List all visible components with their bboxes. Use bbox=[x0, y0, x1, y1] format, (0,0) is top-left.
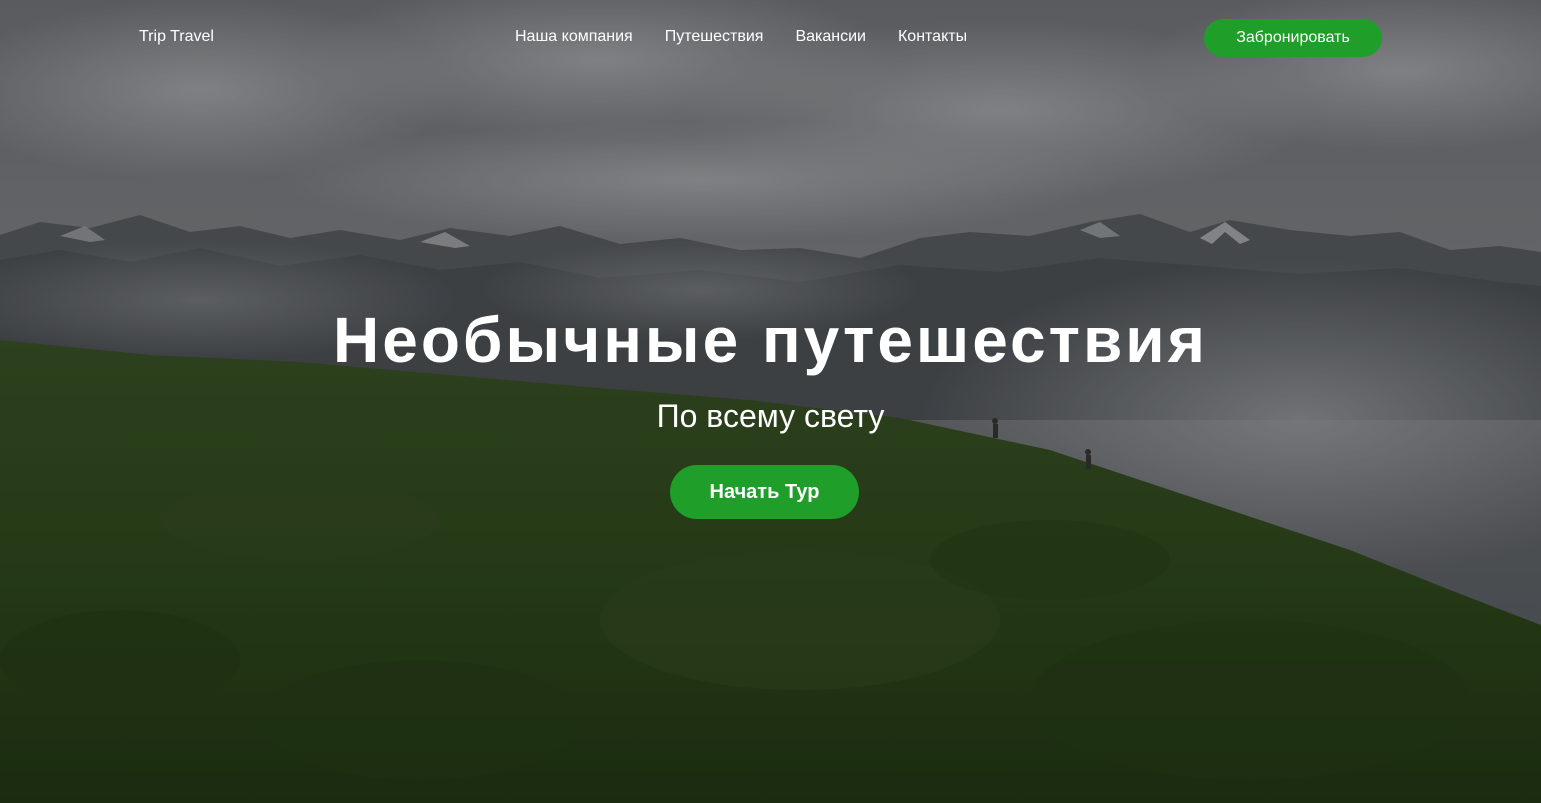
nav-item-company[interactable]: Наша компания bbox=[515, 28, 633, 46]
nav-item-travels[interactable]: Путешествия bbox=[665, 28, 764, 46]
start-tour-button[interactable]: Начать Тур bbox=[670, 465, 859, 519]
nav-item-vacancies[interactable]: Вакансии bbox=[795, 28, 866, 46]
main-nav: Наша компания Путешествия Вакансии Конта… bbox=[515, 28, 967, 46]
hero-section: Trip Travel Наша компания Путешествия Ва… bbox=[0, 0, 1541, 803]
logo[interactable]: Trip Travel bbox=[139, 28, 214, 46]
hero-title: Необычные путешествия bbox=[333, 304, 1208, 376]
nav-item-contacts[interactable]: Контакты bbox=[898, 28, 967, 46]
site-header: Trip Travel Наша компания Путешествия Ва… bbox=[0, 0, 1541, 76]
hero-subtitle: По всему свету bbox=[656, 398, 885, 434]
book-button[interactable]: Забронировать bbox=[1204, 19, 1382, 57]
